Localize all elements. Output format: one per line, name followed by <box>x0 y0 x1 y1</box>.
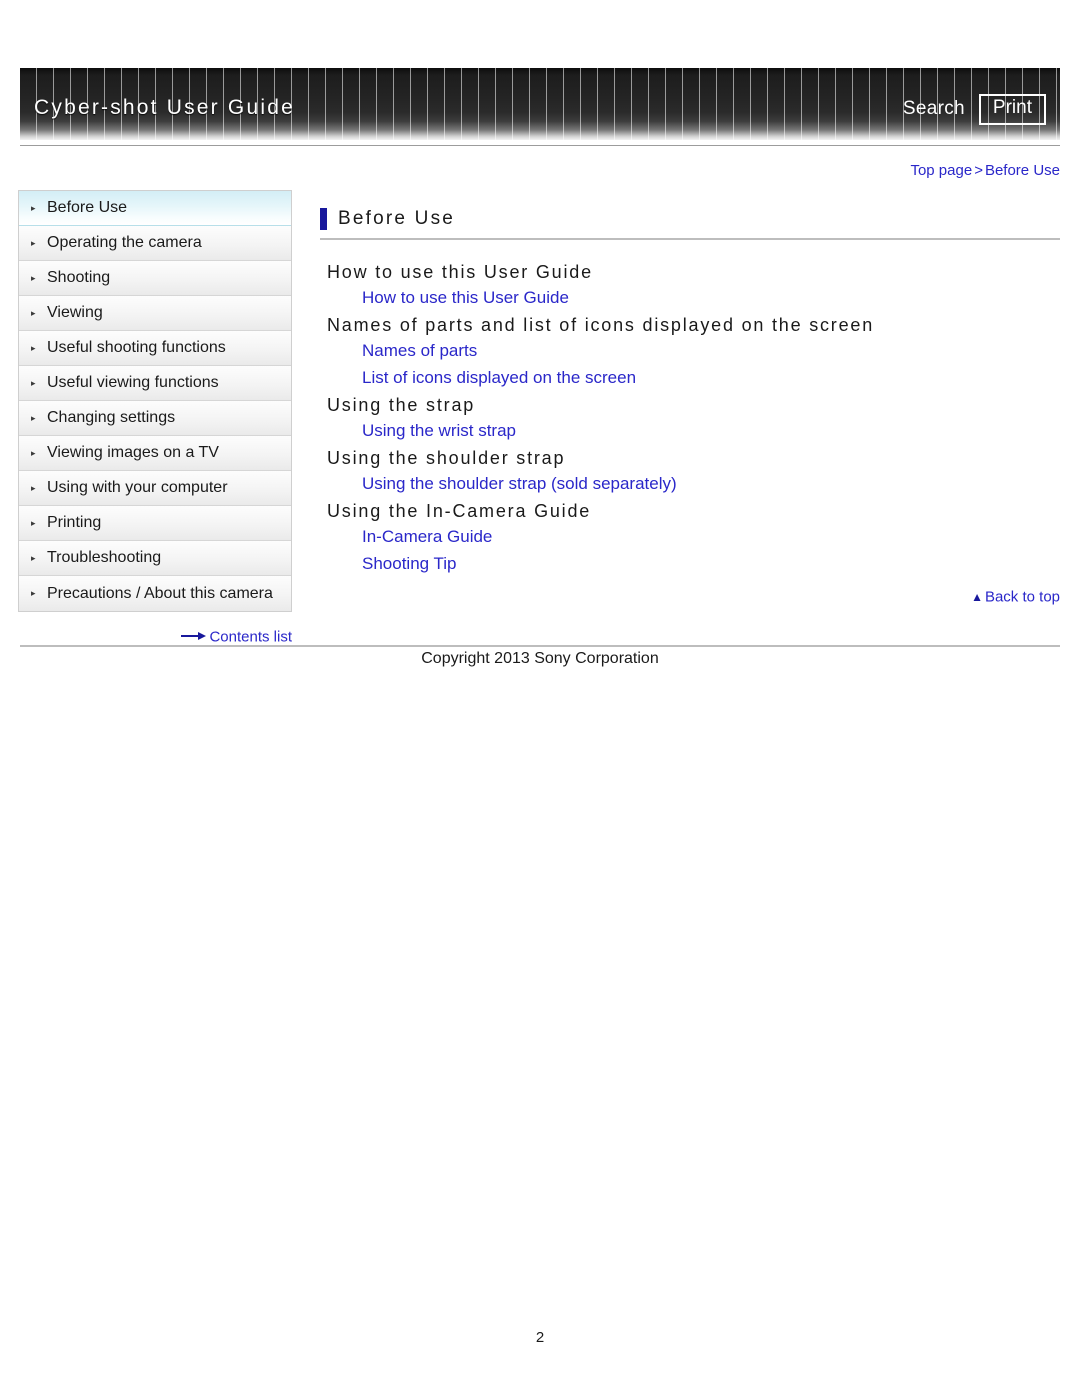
chevron-right-icon: ▸ <box>31 517 36 528</box>
toc-heading: How to use this User Guide <box>327 262 593 282</box>
toc-link[interactable]: Using the wrist strap <box>362 421 1060 441</box>
toc-heading: Using the strap <box>327 395 476 415</box>
copyright-text: Copyright 2013 Sony Corporation <box>421 650 659 667</box>
breadcrumb: Top page > Before Use <box>910 162 1060 179</box>
toc-group: How to use this User Guide How to use th… <box>320 262 1060 308</box>
chevron-right-icon: ▸ <box>31 552 36 563</box>
triangle-up-icon: ▲ <box>971 590 983 605</box>
sidebar-item-label: Operating the camera <box>47 234 202 251</box>
site-header: Cyber-shot User Guide Search Print <box>20 68 1060 140</box>
sidebar-item-useful-viewing-functions[interactable]: ▸ Useful viewing functions <box>19 366 291 401</box>
table-of-contents: How to use this User Guide How to use th… <box>320 262 1060 574</box>
toc-heading: Using the shoulder strap <box>327 448 566 468</box>
search-link[interactable]: Search <box>903 98 965 120</box>
toc-group: Using the shoulder strap Using the shoul… <box>320 448 1060 494</box>
page-title-row: Before Use <box>320 208 1060 240</box>
chevron-right-icon: ▸ <box>31 307 36 318</box>
sidebar-item-useful-shooting-functions[interactable]: ▸ Useful shooting functions <box>19 331 291 366</box>
sidebar-item-label: Viewing <box>47 304 103 321</box>
chevron-right-icon: ▸ <box>31 377 36 388</box>
chevron-right-icon: ▸ <box>31 588 36 598</box>
toc-link[interactable]: Shooting Tip <box>362 554 1060 574</box>
sidebar-item-label: Before Use <box>47 199 128 216</box>
sidebar-item-printing[interactable]: ▸ Printing <box>19 506 291 541</box>
sidebar-item-label: Shooting <box>47 269 111 286</box>
sidebar-item-before-use[interactable]: ▸ Before Use <box>19 191 291 226</box>
header-banner-stripes: Cyber-shot User Guide Search Print <box>20 68 1060 140</box>
site-title: Cyber-shot User Guide <box>34 96 295 119</box>
toc-link[interactable]: How to use this User Guide <box>362 288 1060 308</box>
main-content: Before Use How to use this User Guide Ho… <box>320 208 1060 606</box>
breadcrumb-top-page[interactable]: Top page <box>910 162 972 179</box>
chevron-right-icon: ▸ <box>31 482 36 493</box>
sidebar-nav: ▸ Before Use ▸ Operating the camera ▸ Sh… <box>18 190 292 612</box>
sidebar-item-label: Using with your computer <box>47 479 228 496</box>
toc-heading: Using the In-Camera Guide <box>327 501 592 521</box>
contents-list-link[interactable]: Contents list <box>209 629 292 646</box>
page-number: 2 <box>535 1329 545 1346</box>
breadcrumb-separator: > <box>974 162 983 179</box>
chevron-right-icon: ▸ <box>31 237 36 248</box>
sidebar-item-label: Useful viewing functions <box>47 374 219 391</box>
toc-link[interactable]: Names of parts <box>362 341 1060 361</box>
sidebar-item-troubleshooting[interactable]: ▸ Troubleshooting <box>19 541 291 576</box>
sidebar-item-using-with-your-computer[interactable]: ▸ Using with your computer <box>19 471 291 506</box>
footer-divider <box>20 645 1060 647</box>
sidebar-item-shooting[interactable]: ▸ Shooting <box>19 261 291 296</box>
sidebar-item-label: Useful shooting functions <box>47 339 226 356</box>
sidebar-item-precautions-about-this-camera[interactable]: ▸ Precautions / About this camera <box>19 576 291 611</box>
toc-group: Using the In-Camera Guide In-Camera Guid… <box>320 501 1060 574</box>
chevron-right-icon: ▸ <box>31 202 36 213</box>
arrow-right-icon <box>181 629 207 646</box>
header-divider <box>20 145 1060 146</box>
page-title: Before Use <box>338 208 456 229</box>
sidebar-item-operating-the-camera[interactable]: ▸ Operating the camera <box>19 226 291 261</box>
toc-link[interactable]: Using the shoulder strap (sold separatel… <box>362 474 1060 494</box>
toc-link[interactable]: In-Camera Guide <box>362 527 1060 547</box>
contents-list-row: Contents list <box>18 628 292 646</box>
title-marker-bar <box>320 208 327 230</box>
back-to-top-row: ▲ Back to top <box>320 588 1060 606</box>
chevron-right-icon: ▸ <box>31 272 36 283</box>
breadcrumb-current: Before Use <box>984 162 1060 179</box>
sidebar-item-changing-settings[interactable]: ▸ Changing settings <box>19 401 291 436</box>
sidebar-item-viewing-images-on-a-tv[interactable]: ▸ Viewing images on a TV <box>19 436 291 471</box>
chevron-right-icon: ▸ <box>31 412 36 423</box>
chevron-right-icon: ▸ <box>31 447 36 458</box>
toc-group: Using the strap Using the wrist strap <box>320 395 1060 441</box>
sidebar-item-label: Precautions / About this camera <box>47 584 273 602</box>
chevron-right-icon: ▸ <box>31 342 36 353</box>
sidebar-item-viewing[interactable]: ▸ Viewing <box>19 296 291 331</box>
sidebar-item-label: Printing <box>47 514 102 531</box>
header-actions: Search Print <box>903 94 1046 125</box>
back-to-top-link[interactable]: Back to top <box>985 589 1060 606</box>
toc-group: Names of parts and list of icons display… <box>320 315 1060 388</box>
toc-heading: Names of parts and list of icons display… <box>327 315 875 335</box>
sidebar-item-label: Changing settings <box>47 409 176 426</box>
sidebar-item-label: Troubleshooting <box>47 549 162 566</box>
toc-link[interactable]: List of icons displayed on the screen <box>362 368 1060 388</box>
sidebar-item-label: Viewing images on a TV <box>47 444 219 461</box>
print-button[interactable]: Print <box>978 94 1046 125</box>
